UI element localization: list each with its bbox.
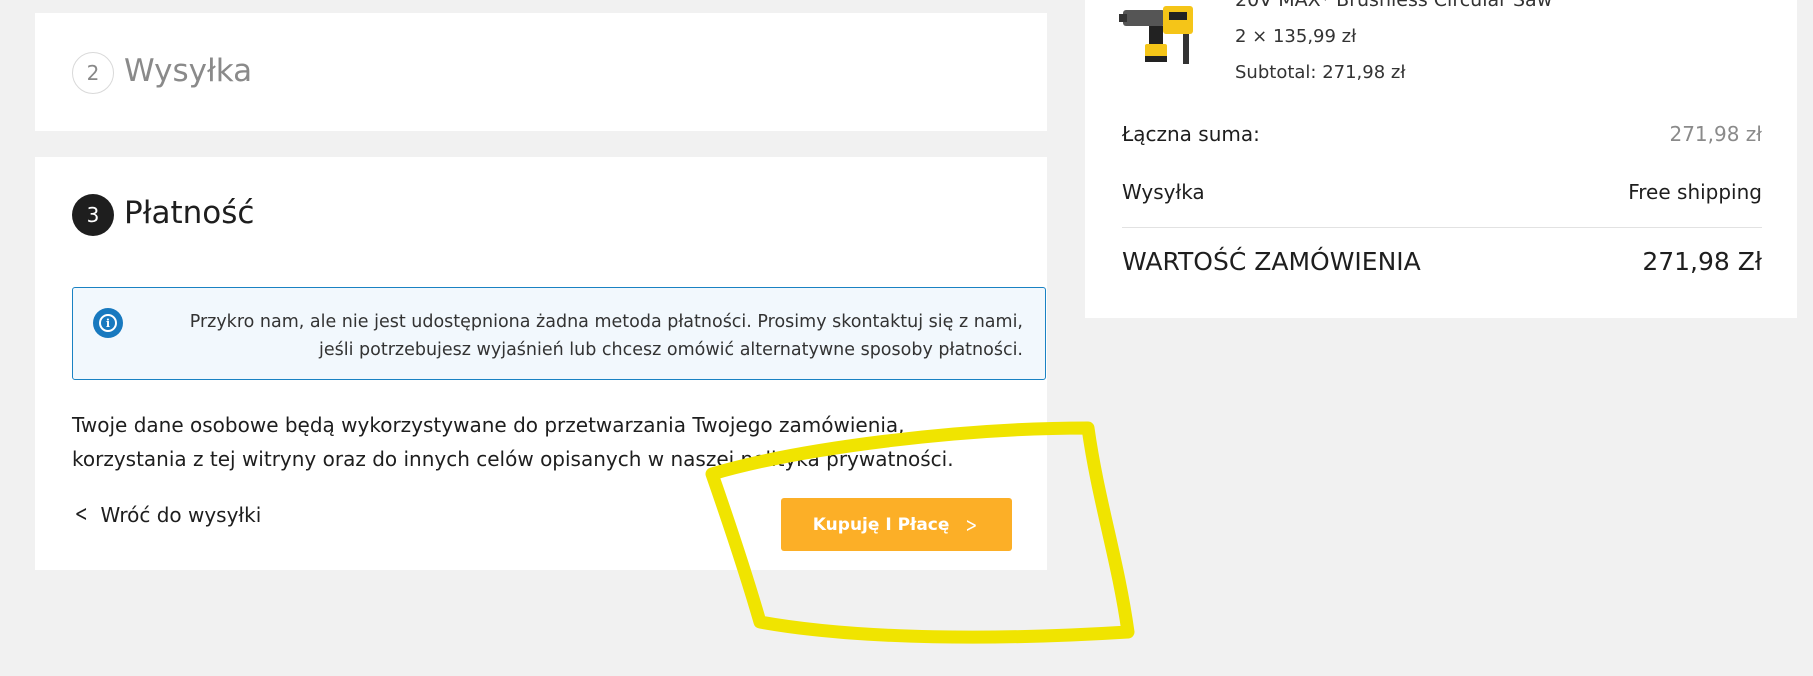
notice-text: Przykro nam, ale nie jest udostępniona ż… [189,312,1023,360]
order-total-label: WARTOŚĆ ZAMÓWIENIA [1122,247,1421,276]
privacy-text: Twoje dane osobowe będą wykorzystywane d… [72,413,954,471]
back-to-shipping-link[interactable]: < Wróć do wysyłki [72,502,261,527]
summary-divider [1122,227,1762,228]
shipping-row: Wysyłka Free shipping [1122,180,1762,204]
power-drill-image [1119,6,1193,64]
step-title-payment: Płatność [124,195,255,231]
order-total-value: 271,98 Zł [1642,247,1762,276]
product-name[interactable]: 20V MAX* Brushless Circular Saw [1235,0,1552,11]
buy-button-label: Kupuję I Płacę [812,514,950,535]
total-value: 271,98 zł [1669,122,1762,146]
chevron-left-icon: < [74,502,88,527]
step-number-shipping: 2 [72,52,114,94]
shipping-value: Free shipping [1628,180,1762,204]
back-link-label: Wróć do wysyłki [100,502,262,527]
product-qty-price: 2 × 135,99 zł [1235,26,1357,47]
total-label: Łączna suma: [1122,122,1260,146]
step-title-shipping[interactable]: Wysyłka [124,53,252,89]
total-row: Łączna suma: 271,98 zł [1122,122,1762,146]
shipping-step-card: 2 Wysyłka [35,13,1047,131]
order-summary: 20V MAX* Brushless Circular Saw 2 × 135,… [1085,0,1797,318]
payment-step-card: 3 Płatność i Przykro nam, ale nie jest u… [35,157,1047,570]
chevron-right-icon: > [965,512,978,537]
order-total-row: WARTOŚĆ ZAMÓWIENIA 271,98 Zł [1122,247,1762,276]
shipping-label: Wysyłka [1122,180,1205,204]
product-subtotal: Subtotal: 271,98 zł [1235,62,1406,83]
info-icon: i [93,308,123,338]
buy-and-pay-button[interactable]: Kupuję I Płacę > [781,498,1012,551]
step-number-payment: 3 [72,194,114,236]
payment-notice: i Przykro nam, ale nie jest udostępniona… [72,287,1046,380]
